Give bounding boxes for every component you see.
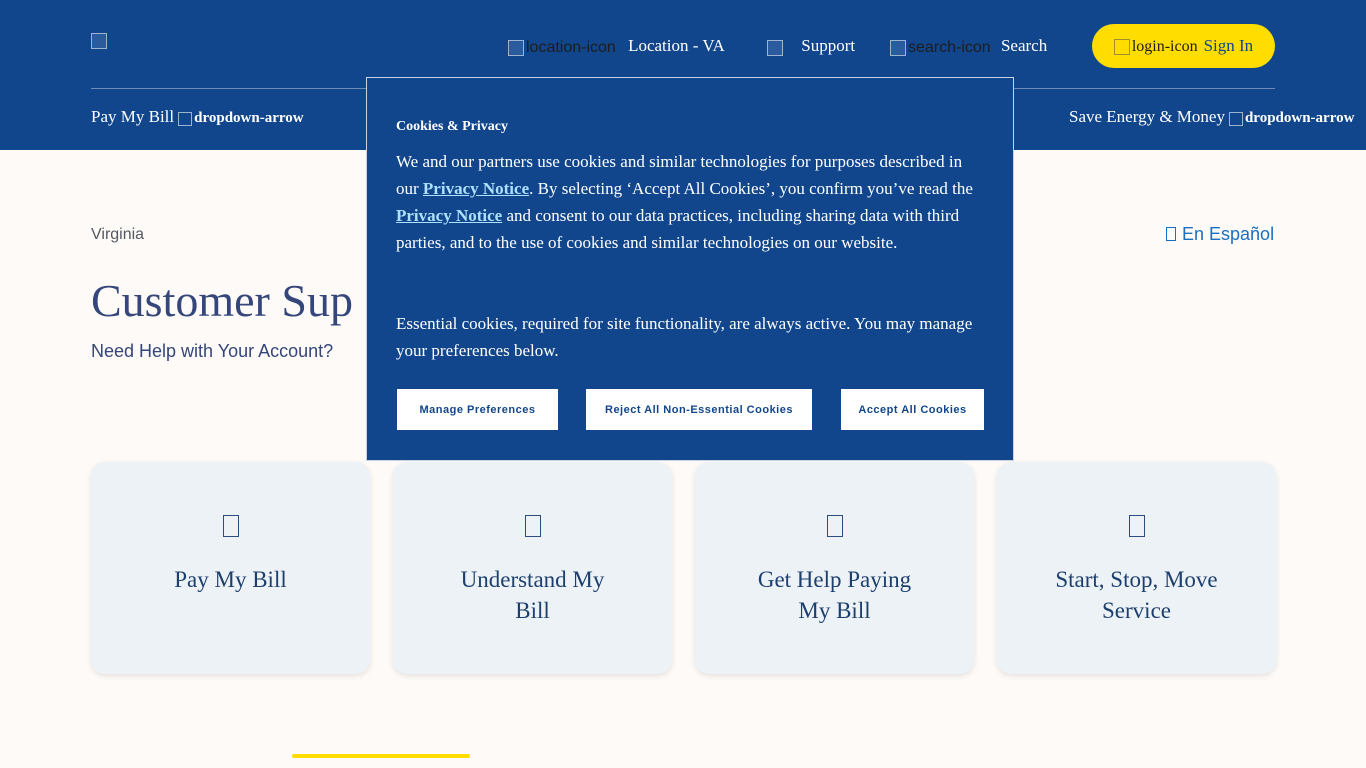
manage-preferences-button[interactable]: Manage Preferences — [397, 389, 558, 430]
sign-in-button[interactable]: login-icon Sign In — [1092, 24, 1275, 68]
bill-icon — [222, 515, 239, 537]
move-icon — [1128, 515, 1145, 537]
cookie-dialog-body: We and our partners use cookies and simi… — [396, 152, 973, 252]
section-accent-bar — [292, 754, 470, 758]
location-link[interactable]: location-icon Location - VA — [508, 35, 725, 57]
support-label: Support — [801, 36, 856, 55]
broken-image-icon — [1113, 39, 1130, 56]
site-logo[interactable] — [91, 33, 107, 49]
card-start-stop-move[interactable]: Start, Stop, Move Service — [997, 462, 1276, 674]
nav-item-label: Save Energy & Money — [1069, 107, 1225, 126]
card-label: Pay My Bill — [174, 567, 287, 592]
accept-cookies-button[interactable]: Accept All Cookies — [841, 389, 984, 430]
cookie-essential-text: Essential cookies, required for site fun… — [396, 314, 973, 360]
broken-image-icon — [178, 111, 193, 126]
nav-item-pay-my-bill[interactable]: Pay My Bill dropdown-arrow — [91, 106, 304, 128]
search-link[interactable]: search-icon Search — [890, 35, 1047, 57]
card-label: Understand My Bill — [460, 567, 605, 623]
broken-image-icon — [1228, 111, 1243, 126]
privacy-notice-link[interactable]: Privacy Notice — [423, 179, 529, 198]
card-get-help-paying[interactable]: Get Help Paying My Bill — [695, 462, 974, 674]
document-icon — [524, 515, 541, 537]
cookie-dialog-title: Cookies & Privacy — [396, 119, 508, 134]
page-subtitle: Need Help with Your Account? — [91, 341, 334, 361]
language-link[interactable]: En Español — [1166, 224, 1274, 245]
card-label: Start, Stop, Move Service — [1055, 567, 1218, 623]
broken-image-icon — [890, 39, 906, 56]
cookie-consent-dialog: Cookies & Privacy We and our partners us… — [366, 77, 1014, 461]
page-title: Customer Sup — [91, 275, 353, 326]
breadcrumb: Virginia — [91, 226, 145, 243]
broken-image-icon — [508, 39, 524, 56]
support-link[interactable]: Support — [767, 35, 855, 57]
dropdown-arrow-icon: dropdown-arrow — [178, 110, 304, 126]
broken-image-icon — [767, 40, 783, 57]
globe-icon — [1166, 227, 1176, 241]
help-icon — [826, 515, 843, 537]
sign-in-label: Sign In — [1203, 36, 1254, 55]
card-understand-my-bill[interactable]: Understand My Bill — [393, 462, 672, 674]
reject-cookies-button[interactable]: Reject All Non-Essential Cookies — [586, 389, 812, 430]
login-icon: login-icon — [1113, 36, 1198, 56]
location-label: Location - VA — [628, 36, 725, 55]
nav-item-label: Pay My Bill — [91, 107, 175, 126]
privacy-notice-link[interactable]: Privacy Notice — [396, 206, 502, 225]
dropdown-arrow-icon: dropdown-arrow — [1228, 110, 1354, 126]
card-pay-my-bill[interactable]: Pay My Bill — [91, 462, 370, 674]
support-icon — [767, 36, 785, 58]
search-label: Search — [1000, 36, 1048, 55]
location-icon: location-icon — [508, 36, 616, 59]
search-icon: search-icon — [890, 36, 991, 59]
nav-item-save-energy[interactable]: Save Energy & Money dropdown-arrow — [1069, 106, 1354, 128]
card-label: Get Help Paying My Bill — [757, 567, 912, 623]
logo-image-placeholder — [91, 33, 107, 49]
